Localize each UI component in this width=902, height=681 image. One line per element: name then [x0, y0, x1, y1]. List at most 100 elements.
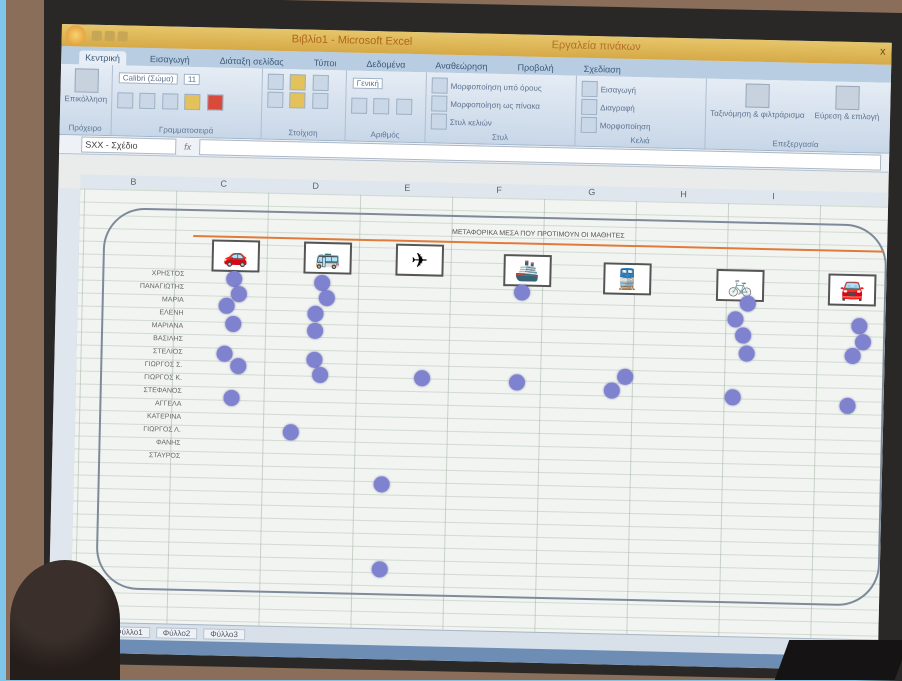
clipboard-group-label: Πρόχειρο [68, 123, 102, 133]
train-icon[interactable]: 🚆 [603, 262, 652, 296]
student-name: ΜΑΡΙΑΝΑ [151, 322, 184, 330]
student-name: ΣΤΕΦΑΝΟΣ [143, 386, 182, 395]
airplane-icon[interactable]: ✈ [395, 243, 445, 277]
find-select-icon [835, 85, 860, 111]
italic-icon[interactable] [139, 92, 156, 110]
fx-icon[interactable]: fx [184, 142, 191, 152]
redo-icon[interactable] [117, 31, 128, 42]
font-group: Calibri (Σώμα) 11 Γραμματοσειρά [111, 65, 264, 139]
align-left-icon[interactable] [267, 91, 284, 109]
format-table-button[interactable]: Μορφοποίηση ως πίνακα [450, 100, 540, 111]
column-header[interactable]: E [404, 183, 410, 193]
student-name: ΣΤΕΛΙΟΣ [152, 348, 183, 356]
tab-home[interactable]: Κεντρική [79, 50, 127, 66]
sort-filter-label: Ταξινόμηση & φιλτράρισμα [710, 108, 805, 120]
font-name-select[interactable]: Calibri (Σώμα) [118, 72, 178, 85]
styles-group: Μορφοποίηση υπό όρους Μορφοποίηση ως πίν… [425, 72, 577, 146]
tab-design[interactable]: Σχεδίαση [578, 62, 627, 77]
paste-button[interactable]: Επικόλληση [64, 68, 108, 104]
undo-icon[interactable] [104, 30, 115, 42]
editing-group: Ταξινόμηση & φιλτράρισμα Εύρεση & επιλογ… [705, 79, 887, 153]
number-format-select[interactable]: Γενική [352, 77, 384, 90]
car-red-icon[interactable]: 🚗 [211, 239, 261, 273]
student-name: ΓΙΩΡΓΟΣ Λ. [143, 425, 181, 434]
clipboard-group: Επικόλληση Πρόχειρο [59, 63, 114, 136]
column-header[interactable]: H [680, 189, 687, 199]
student-name: ΚΑΤΕΡΙΝΑ [146, 413, 182, 421]
sheet-tab[interactable]: Φύλλο3 [203, 627, 245, 640]
currency-icon[interactable] [351, 97, 368, 114]
student-name: ΣΤΑΥΡΟΣ [148, 452, 181, 460]
format-table-icon [431, 95, 448, 112]
align-center-icon[interactable] [289, 92, 306, 109]
column-header[interactable]: I [772, 191, 775, 201]
sort-filter-icon [745, 83, 771, 109]
column-header[interactable]: F [496, 185, 502, 195]
tab-formulas[interactable]: Τύποι [308, 56, 343, 71]
font-size-select[interactable]: 11 [183, 74, 201, 86]
tab-insert[interactable]: Εισαγωγή [144, 52, 196, 67]
number-group-label: Αριθμός [370, 130, 400, 140]
bicycle-icon[interactable]: 🚲 [715, 268, 765, 302]
editing-group-label: Επεξεργασία [772, 139, 819, 150]
window-title: Βιβλίο1 - Microsoft Excel [291, 33, 413, 48]
format-cells-icon [580, 117, 598, 134]
foreground-shadow [774, 640, 902, 680]
student-name: ΧΡΗΣΤΟΣ [151, 270, 185, 278]
quick-access-toolbar [91, 30, 128, 42]
tab-review[interactable]: Αναθεώρηση [429, 58, 494, 73]
column-header[interactable]: B [130, 177, 136, 187]
student-name: ΓΙΩΡΓΟΣ Σ. [144, 360, 183, 369]
tab-data[interactable]: Δεδομένα [360, 57, 411, 72]
comma-icon[interactable] [395, 98, 413, 115]
car-orange-icon[interactable]: 🚘 [827, 273, 877, 307]
column-header[interactable]: G [588, 187, 595, 197]
font-group-label: Γραμματοσειρά [158, 125, 214, 136]
insert-cells-button[interactable]: Εισαγωγή [601, 85, 637, 95]
student-name: ΜΑΡΙΑ [161, 296, 184, 304]
cond-format-button[interactable]: Μορφοποίηση υπό όρους [451, 81, 542, 92]
office-button-icon[interactable] [65, 25, 86, 46]
column-header[interactable]: D [312, 181, 319, 191]
cell-styles-icon [430, 113, 448, 131]
insert-cells-icon [581, 80, 598, 98]
find-select-label: Εύρεση & επιλογή [814, 111, 880, 122]
align-bottom-icon[interactable] [312, 74, 329, 92]
delete-cells-button[interactable]: Διαγραφή [600, 103, 635, 113]
sheet-tab[interactable]: Φύλλο2 [155, 626, 198, 639]
column-header[interactable]: C [220, 179, 227, 189]
cells-group-label: Κελιά [630, 135, 650, 146]
paste-label: Επικόλληση [64, 94, 108, 105]
alignment-group: Στοίχιση [261, 68, 348, 141]
find-select-button[interactable]: Εύρεση & επιλογή [814, 85, 880, 122]
name-box[interactable]: SXX - Σχέδιο [81, 136, 177, 155]
ship-icon[interactable]: 🚢 [503, 254, 552, 288]
font-color-icon[interactable] [206, 94, 224, 111]
save-icon[interactable] [91, 30, 102, 41]
align-top-icon[interactable] [267, 73, 284, 91]
student-name: ΕΛΕΝΗ [159, 309, 184, 317]
sort-filter-button[interactable]: Ταξινόμηση & φιλτράρισμα [710, 83, 805, 120]
person-silhouette [10, 560, 120, 680]
cond-format-icon [431, 77, 448, 94]
student-name: ΒΑΣΙΛΗΣ [153, 335, 183, 343]
number-group: Γενική Αριθμός [345, 70, 427, 143]
context-tab-label: Εργαλεία πινάκων [551, 39, 641, 54]
align-right-icon[interactable] [312, 92, 329, 110]
underline-icon[interactable] [161, 93, 179, 110]
paste-icon [73, 68, 99, 93]
delete-cells-icon [581, 99, 598, 116]
percent-icon[interactable] [373, 98, 390, 115]
bus-icon[interactable]: 🚌 [303, 241, 353, 275]
cells-group: Εισαγωγή Διαγραφή Μορφοποίηση Κελιά [575, 75, 707, 149]
fill-color-icon[interactable] [184, 93, 201, 111]
student-name: ΑΓΓΕΛΑ [154, 400, 182, 408]
student-names-list: ΧΡΗΣΤΟΣ ΠΑΝΑΓΙΩΤΗΣ ΜΑΡΙΑ ΕΛΕΝΗ ΜΑΡΙΑΝΑ Β… [120, 266, 185, 462]
format-cells-button[interactable]: Μορφοποίηση [600, 121, 651, 131]
close-button[interactable]: x [880, 46, 886, 58]
bold-icon[interactable] [117, 92, 134, 109]
student-name: ΠΑΝΑΓΙΩΤΗΣ [139, 282, 185, 291]
tab-view[interactable]: Προβολή [511, 60, 559, 75]
cell-styles-button[interactable]: Στυλ κελιών [450, 118, 492, 128]
align-middle-icon[interactable] [290, 74, 307, 91]
